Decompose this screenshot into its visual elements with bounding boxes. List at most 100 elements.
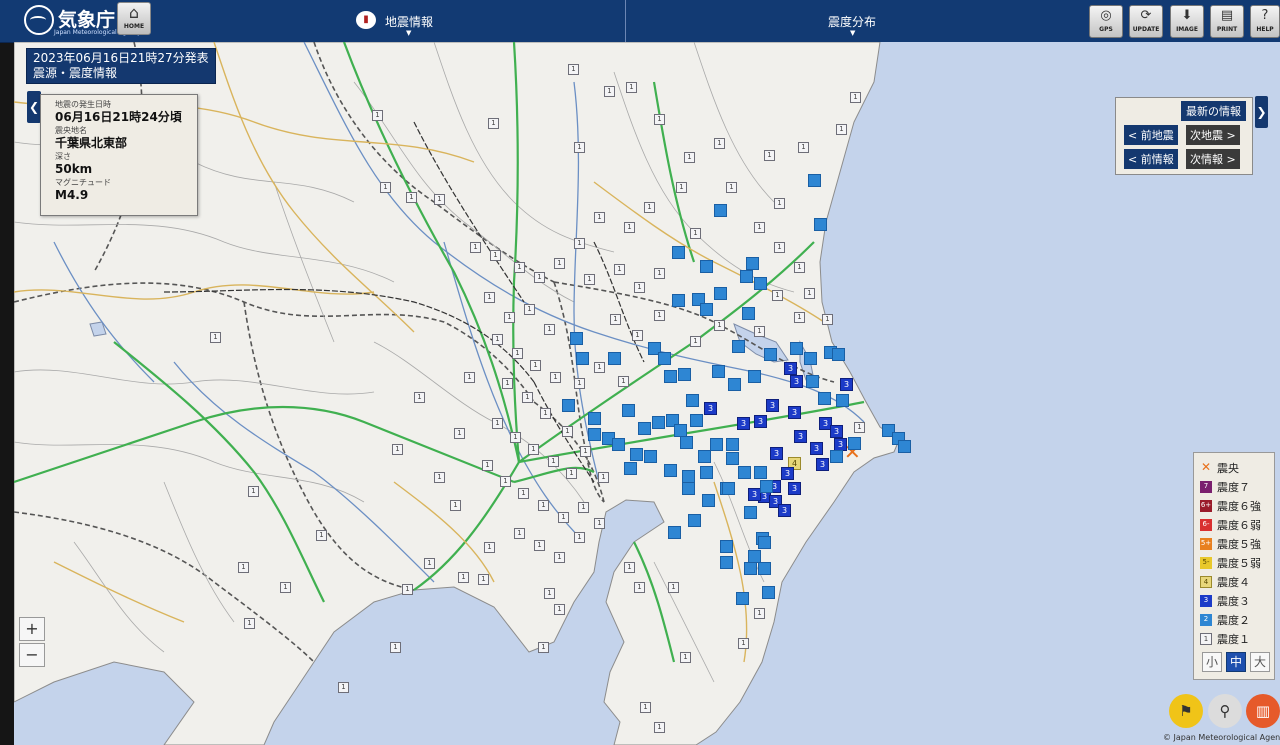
station-intensity-2[interactable] xyxy=(744,506,757,519)
intensity-map[interactable]: ✕ 4 3 3 3 3 3 3 3 3 3 3 3 3 3 3 3 3 3 3 … xyxy=(14,42,1280,745)
station-intensity-1[interactable]: 1 xyxy=(540,408,551,419)
station-intensity-1[interactable]: 1 xyxy=(804,288,815,299)
previous-quake-button[interactable]: < 前地震 xyxy=(1124,125,1178,145)
station-intensity-1[interactable]: 1 xyxy=(690,336,701,347)
station-intensity-1[interactable]: 1 xyxy=(654,268,665,279)
search-button[interactable]: ⚲ xyxy=(1208,694,1242,728)
next-info-button[interactable]: 次情報 > xyxy=(1186,149,1240,169)
station-intensity-1[interactable]: 1 xyxy=(574,142,585,153)
station-intensity-1[interactable]: 1 xyxy=(458,572,469,583)
station-intensity-1[interactable]: 1 xyxy=(774,198,785,209)
collapse-nav-panel-button[interactable]: ❯ xyxy=(1255,96,1268,128)
station-intensity-2[interactable] xyxy=(762,586,775,599)
station-intensity-2[interactable] xyxy=(832,348,845,361)
station-intensity-1[interactable]: 1 xyxy=(676,182,687,193)
station-intensity-1[interactable]: 1 xyxy=(754,608,765,619)
station-intensity-2[interactable] xyxy=(612,438,625,451)
station-intensity-3[interactable]: 3 xyxy=(840,378,853,391)
station-intensity-1[interactable]: 1 xyxy=(738,638,749,649)
station-intensity-1[interactable]: 1 xyxy=(450,500,461,511)
station-intensity-1[interactable]: 1 xyxy=(544,588,555,599)
station-intensity-2[interactable] xyxy=(806,375,819,388)
station-intensity-1[interactable]: 1 xyxy=(492,418,503,429)
station-intensity-2[interactable] xyxy=(742,307,755,320)
station-intensity-2[interactable] xyxy=(848,437,861,450)
station-intensity-1[interactable]: 1 xyxy=(850,92,861,103)
station-intensity-1[interactable]: 1 xyxy=(538,642,549,653)
station-intensity-3[interactable]: 3 xyxy=(790,375,803,388)
station-intensity-2[interactable] xyxy=(622,404,635,417)
station-intensity-1[interactable]: 1 xyxy=(654,114,665,125)
station-intensity-1[interactable]: 1 xyxy=(484,542,495,553)
station-intensity-2[interactable] xyxy=(652,416,665,429)
station-intensity-1[interactable]: 1 xyxy=(454,428,465,439)
station-intensity-1[interactable]: 1 xyxy=(626,82,637,93)
station-intensity-1[interactable]: 1 xyxy=(644,202,655,213)
station-intensity-1[interactable]: 1 xyxy=(604,86,615,97)
station-intensity-2[interactable] xyxy=(726,452,739,465)
station-intensity-1[interactable]: 1 xyxy=(568,64,579,75)
station-intensity-1[interactable]: 1 xyxy=(598,472,609,483)
station-intensity-2[interactable] xyxy=(728,378,741,391)
station-intensity-1[interactable]: 1 xyxy=(338,682,349,693)
station-intensity-1[interactable]: 1 xyxy=(500,476,511,487)
station-intensity-1[interactable]: 1 xyxy=(634,282,645,293)
station-intensity-1[interactable]: 1 xyxy=(594,518,605,529)
station-intensity-2[interactable] xyxy=(714,287,727,300)
station-intensity-2[interactable] xyxy=(732,340,745,353)
station-intensity-1[interactable]: 1 xyxy=(280,582,291,593)
station-intensity-1[interactable]: 1 xyxy=(244,618,255,629)
station-intensity-1[interactable]: 1 xyxy=(210,332,221,343)
station-intensity-1[interactable]: 1 xyxy=(772,290,783,301)
station-intensity-1[interactable]: 1 xyxy=(490,250,501,261)
station-intensity-3[interactable]: 3 xyxy=(766,399,779,412)
station-intensity-1[interactable]: 1 xyxy=(684,152,695,163)
latest-info-button[interactable]: 最新の情報 xyxy=(1181,101,1246,121)
update-button[interactable]: ⟳ UPDATE xyxy=(1129,5,1163,38)
station-intensity-1[interactable]: 1 xyxy=(640,702,651,713)
station-intensity-1[interactable]: 1 xyxy=(524,304,535,315)
previous-info-button[interactable]: < 前情報 xyxy=(1124,149,1178,169)
size-small-button[interactable]: 小 xyxy=(1202,652,1222,672)
image-button[interactable]: ⬇ IMAGE xyxy=(1170,5,1204,38)
station-intensity-3[interactable]: 3 xyxy=(816,458,829,471)
station-intensity-1[interactable]: 1 xyxy=(470,242,481,253)
station-intensity-1[interactable]: 1 xyxy=(518,488,529,499)
station-intensity-2[interactable] xyxy=(588,412,601,425)
station-intensity-2[interactable] xyxy=(754,277,767,290)
print-button[interactable]: ▤ PRINT xyxy=(1210,5,1244,38)
station-intensity-1[interactable]: 1 xyxy=(574,378,585,389)
station-intensity-2[interactable] xyxy=(638,422,651,435)
station-intensity-2[interactable] xyxy=(644,450,657,463)
station-intensity-1[interactable]: 1 xyxy=(836,124,847,135)
manual-button[interactable]: ▥ xyxy=(1246,694,1280,728)
station-intensity-2[interactable] xyxy=(726,438,739,451)
station-intensity-1[interactable]: 1 xyxy=(562,426,573,437)
station-intensity-1[interactable]: 1 xyxy=(624,222,635,233)
station-intensity-1[interactable]: 1 xyxy=(624,562,635,573)
station-intensity-1[interactable]: 1 xyxy=(668,582,679,593)
station-intensity-1[interactable]: 1 xyxy=(774,242,785,253)
station-intensity-1[interactable]: 1 xyxy=(522,392,533,403)
station-intensity-2[interactable] xyxy=(746,257,759,270)
station-intensity-1[interactable]: 1 xyxy=(574,238,585,249)
station-intensity-1[interactable]: 1 xyxy=(554,258,565,269)
station-intensity-3[interactable]: 3 xyxy=(784,362,797,375)
station-intensity-2[interactable] xyxy=(698,450,711,463)
station-intensity-1[interactable]: 1 xyxy=(822,314,833,325)
station-intensity-1[interactable]: 1 xyxy=(372,110,383,121)
station-intensity-2[interactable] xyxy=(686,394,699,407)
station-intensity-1[interactable]: 1 xyxy=(544,324,555,335)
station-intensity-2[interactable] xyxy=(576,352,589,365)
station-intensity-2[interactable] xyxy=(700,260,713,273)
station-intensity-2[interactable] xyxy=(680,436,693,449)
station-intensity-2[interactable] xyxy=(682,482,695,495)
station-intensity-1[interactable]: 1 xyxy=(690,228,701,239)
station-intensity-1[interactable]: 1 xyxy=(794,262,805,273)
station-intensity-1[interactable]: 1 xyxy=(714,320,725,331)
station-intensity-3[interactable]: 3 xyxy=(770,447,783,460)
jma-logo[interactable]: 気象庁 Japan Meteorological Agency xyxy=(24,2,141,38)
station-intensity-1[interactable]: 1 xyxy=(554,604,565,615)
station-intensity-1[interactable]: 1 xyxy=(594,212,605,223)
station-intensity-1[interactable]: 1 xyxy=(654,310,665,321)
